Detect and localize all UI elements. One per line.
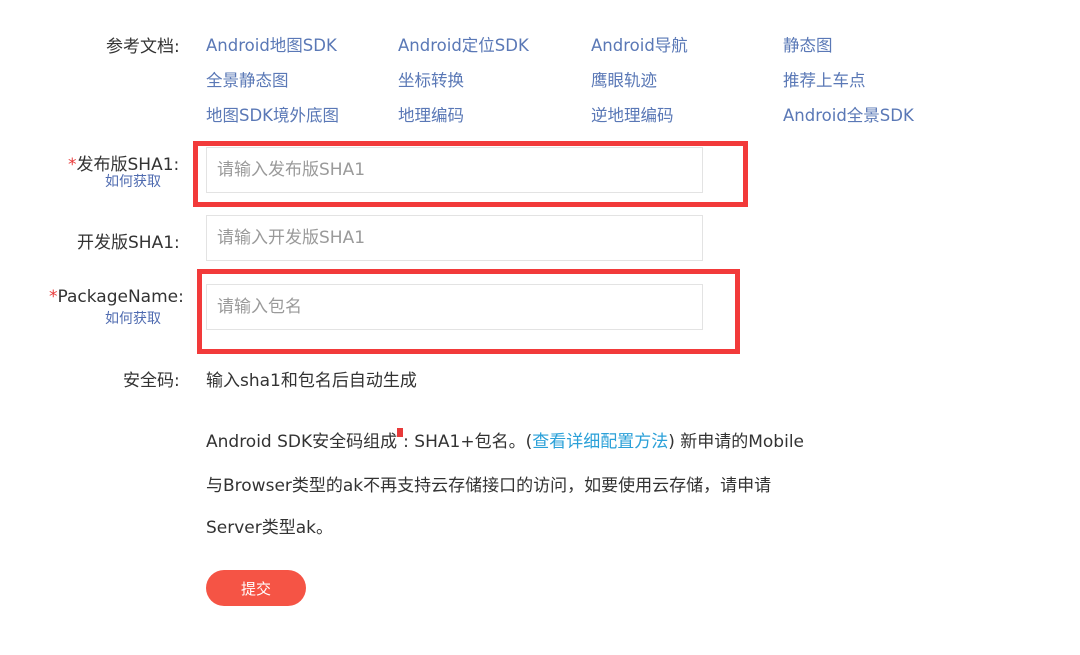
doc-link-overseas-basemap[interactable]: 地图SDK境外底图 <box>206 102 339 126</box>
notice-text-part2: : SHA1+包名。( <box>403 432 533 452</box>
notice-line-1: Android SDK安全码组成: SHA1+包名。(查看详细配置方法) 新申请… <box>206 427 804 452</box>
doc-link-android-navigation[interactable]: Android导航 <box>591 32 688 56</box>
package-name-help-link[interactable]: 如何获取 <box>105 308 161 328</box>
dev-sha1-label: 开发版SHA1: <box>77 233 180 253</box>
submit-button[interactable]: 提交 <box>206 570 306 606</box>
doc-link-android-location-sdk[interactable]: Android定位SDK <box>398 32 529 56</box>
doc-link-coord-convert[interactable]: 坐标转换 <box>398 67 464 91</box>
doc-link-eagle-eye[interactable]: 鹰眼轨迹 <box>591 67 657 91</box>
notice-text-part1: Android SDK安全码组成 <box>206 432 398 452</box>
package-name-input[interactable] <box>206 284 703 330</box>
app-key-config-form: 参考文档: Android地图SDK Android定位SDK Android导… <box>0 0 1080 655</box>
dev-sha1-input[interactable] <box>206 215 703 261</box>
doc-link-android-panorama-sdk[interactable]: Android全景SDK <box>783 102 914 126</box>
doc-link-pickup-point[interactable]: 推荐上车点 <box>783 67 866 91</box>
docs-label: 参考文档: <box>106 37 180 57</box>
required-mark: * <box>68 155 77 175</box>
config-method-link[interactable]: 查看详细配置方法 <box>532 432 668 452</box>
doc-link-android-map-sdk[interactable]: Android地图SDK <box>206 32 337 56</box>
doc-link-static-map[interactable]: 静态图 <box>783 32 833 56</box>
security-code-value: 输入sha1和包名后自动生成 <box>206 371 417 391</box>
release-sha1-input[interactable] <box>206 147 703 193</box>
notice-line-2: 与Browser类型的ak不再支持云存储接口的访问，如要使用云存储，请申请 <box>206 476 772 496</box>
security-code-label: 安全码: <box>123 371 180 391</box>
release-sha1-help-link[interactable]: 如何获取 <box>105 171 161 191</box>
package-name-label-text: PackageName: <box>57 287 184 307</box>
notice-line-3: Server类型ak。 <box>206 518 334 538</box>
doc-link-reverse-geocoding[interactable]: 逆地理编码 <box>591 102 674 126</box>
doc-link-geocoding[interactable]: 地理编码 <box>398 102 464 126</box>
required-mark: * <box>49 287 58 307</box>
notice-text-part3: ) 新申请的Mobile <box>668 432 805 452</box>
doc-link-panorama-static[interactable]: 全景静态图 <box>206 67 289 91</box>
package-name-label: *PackageName: <box>49 287 184 307</box>
